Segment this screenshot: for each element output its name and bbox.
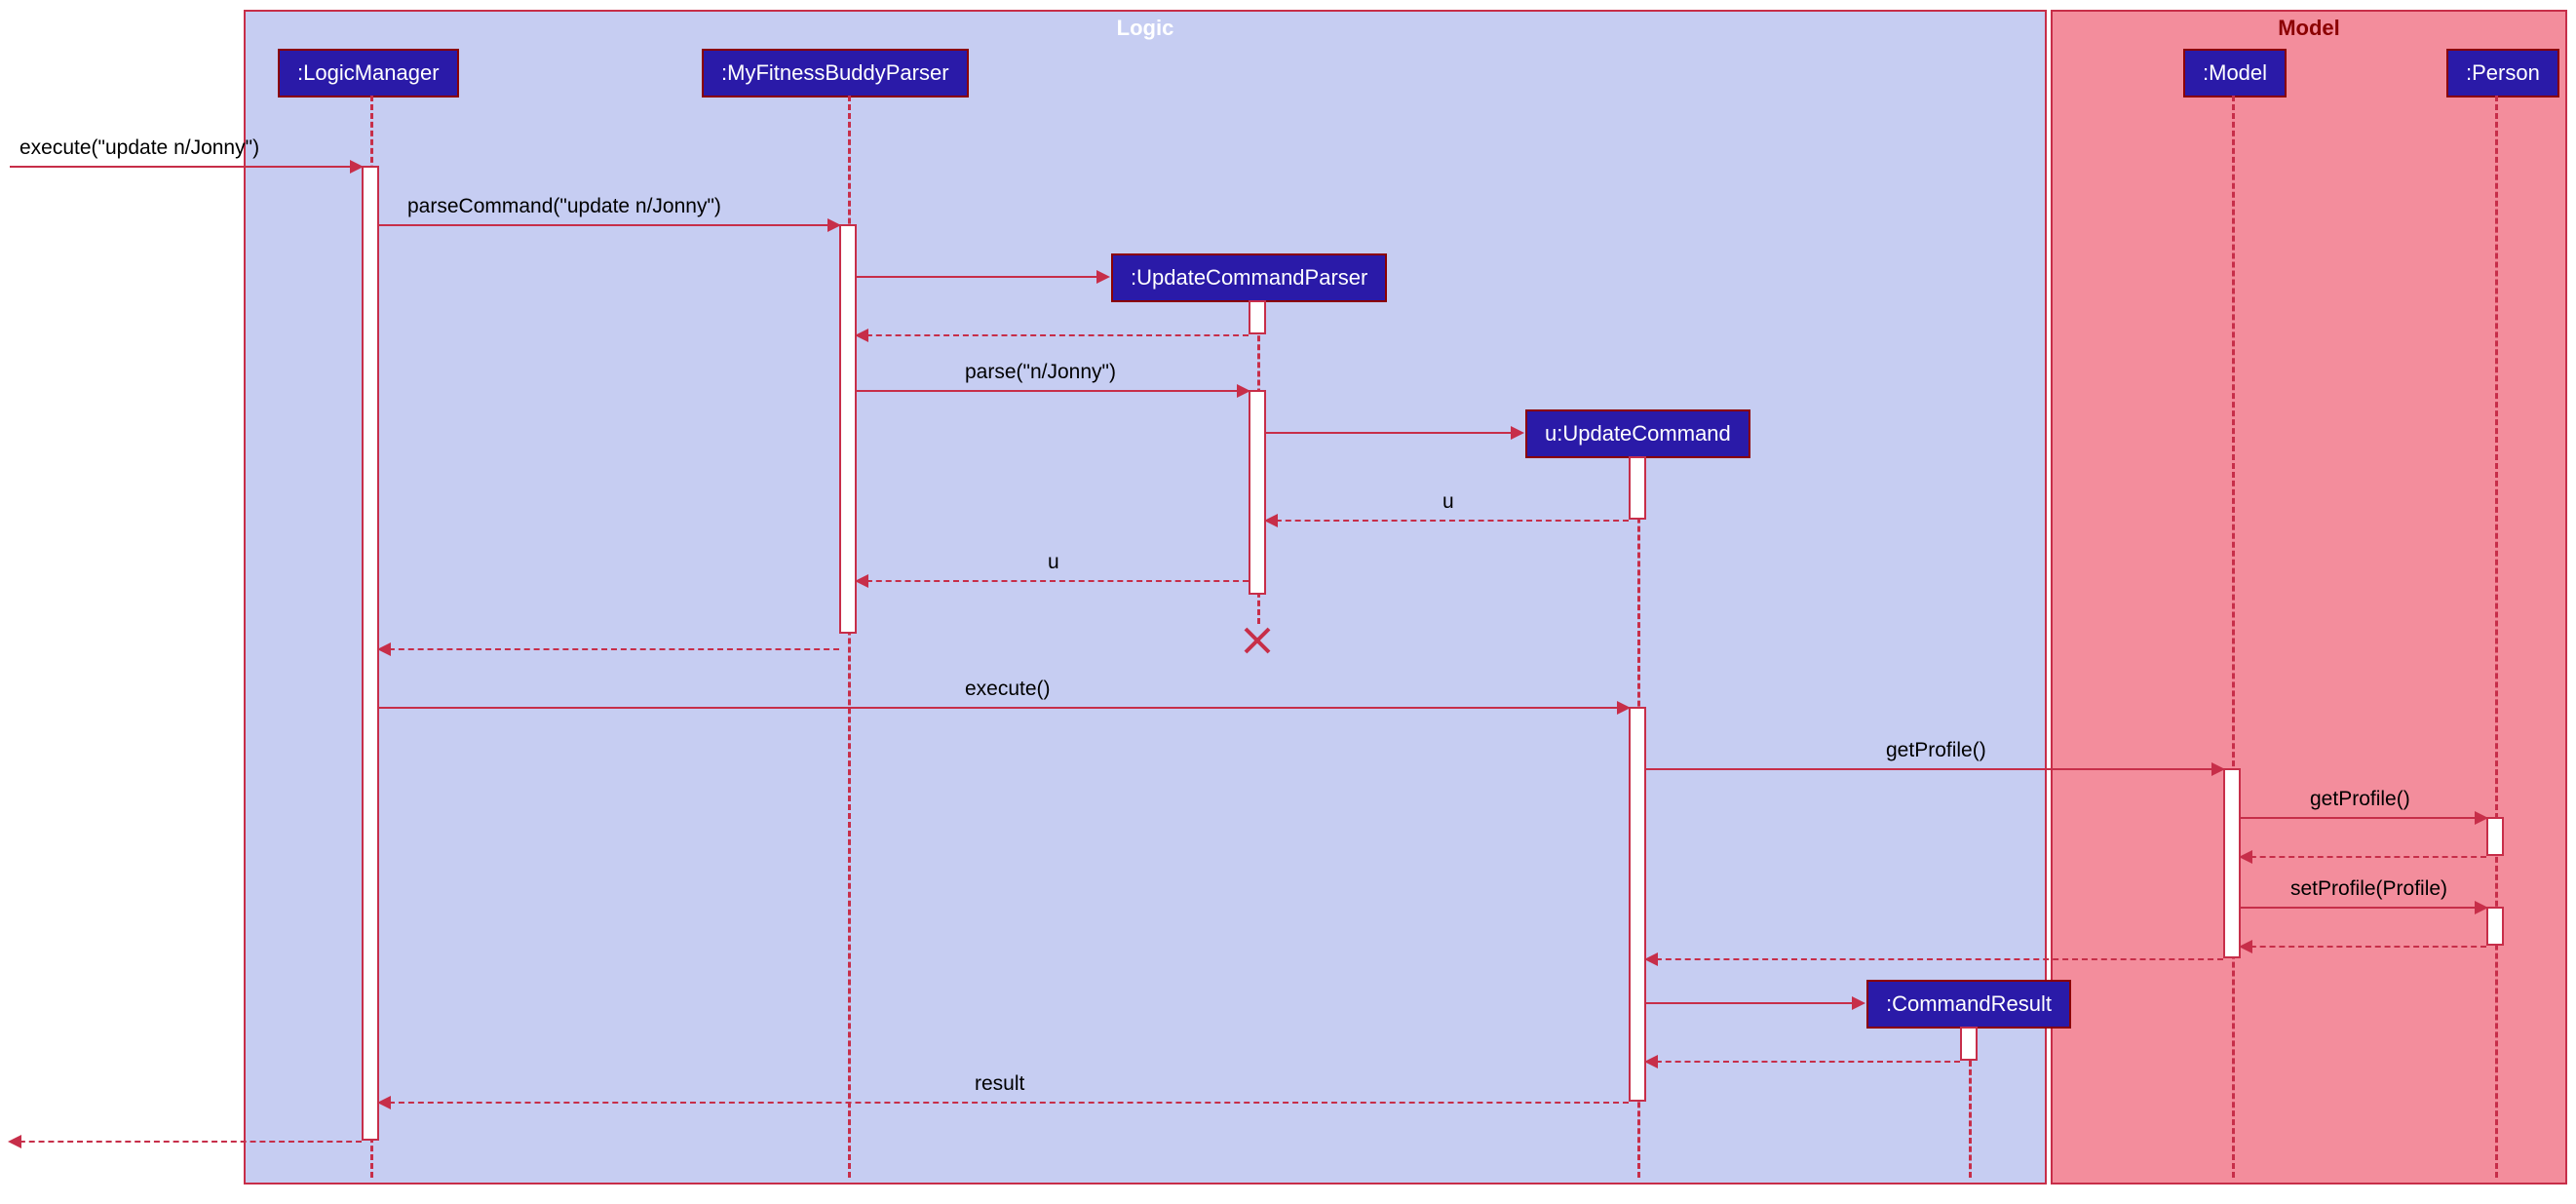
arrow-parser-return bbox=[379, 648, 839, 650]
activation-updatecmd-create bbox=[1629, 456, 1646, 520]
arrow-create-ucp bbox=[857, 276, 1108, 278]
arrow-m8-return bbox=[2241, 856, 2486, 858]
label-m3: parse("n/Jonny") bbox=[965, 361, 1116, 384]
participant-command-result: :CommandResult bbox=[1866, 980, 2071, 1029]
arrow-model-return bbox=[1646, 958, 2223, 960]
logic-container: Logic bbox=[244, 10, 2047, 1185]
lifeline-model bbox=[2232, 96, 2235, 1178]
arrow-m8 bbox=[2241, 817, 2486, 819]
destroy-icon bbox=[1241, 624, 1274, 657]
arrow-m9 bbox=[2241, 907, 2486, 909]
arrow-m5 bbox=[857, 580, 1249, 582]
activation-command-result bbox=[1960, 1027, 1978, 1061]
label-m5: u bbox=[1048, 551, 1059, 574]
arrow-m10 bbox=[379, 1102, 1629, 1104]
activation-parser bbox=[839, 224, 857, 634]
label-m7: getProfile() bbox=[1886, 739, 1986, 762]
arrow-m7 bbox=[1646, 768, 2223, 770]
arrow-create-uc bbox=[1266, 432, 1522, 434]
label-m10: result bbox=[975, 1072, 1024, 1096]
label-m9: setProfile(Profile) bbox=[2290, 877, 2447, 901]
label-m1: execute("update n/Jonny") bbox=[19, 136, 259, 160]
lifeline-person bbox=[2495, 96, 2498, 1178]
label-m2: parseCommand("update n/Jonny") bbox=[407, 195, 721, 218]
activation-ucp-create bbox=[1249, 300, 1266, 334]
arrow-m2 bbox=[379, 224, 839, 226]
participant-logic-manager: :LogicManager bbox=[278, 49, 459, 97]
participant-update-cmd: u:UpdateCommand bbox=[1525, 409, 1750, 458]
participant-model: :Model bbox=[2183, 49, 2287, 97]
activation-updatecmd-exec bbox=[1629, 707, 1646, 1102]
arrow-m9-return bbox=[2241, 946, 2486, 948]
arrow-create-cr bbox=[1646, 1002, 1864, 1004]
label-m4: u bbox=[1442, 490, 1454, 514]
model-container: Model bbox=[2051, 10, 2567, 1185]
activation-person-get bbox=[2486, 817, 2504, 856]
participant-parser: :MyFitnessBuddyParser bbox=[702, 49, 969, 97]
label-m8: getProfile() bbox=[2310, 788, 2410, 811]
arrow-final-return bbox=[10, 1141, 362, 1143]
logic-title: Logic bbox=[1117, 16, 1174, 41]
arrow-m4 bbox=[1266, 520, 1629, 522]
arrow-cr-return bbox=[1646, 1061, 1960, 1063]
arrow-m1 bbox=[10, 166, 362, 168]
participant-update-cmd-parser: :UpdateCommandParser bbox=[1111, 253, 1387, 302]
activation-ucp-parse bbox=[1249, 390, 1266, 595]
arrow-ucp-create-return bbox=[857, 334, 1249, 336]
participant-person: :Person bbox=[2446, 49, 2559, 97]
label-m6: execute() bbox=[965, 678, 1051, 701]
model-title: Model bbox=[2278, 16, 2340, 41]
arrow-m6 bbox=[379, 707, 1629, 709]
activation-person-set bbox=[2486, 907, 2504, 946]
arrow-m3 bbox=[857, 390, 1249, 392]
